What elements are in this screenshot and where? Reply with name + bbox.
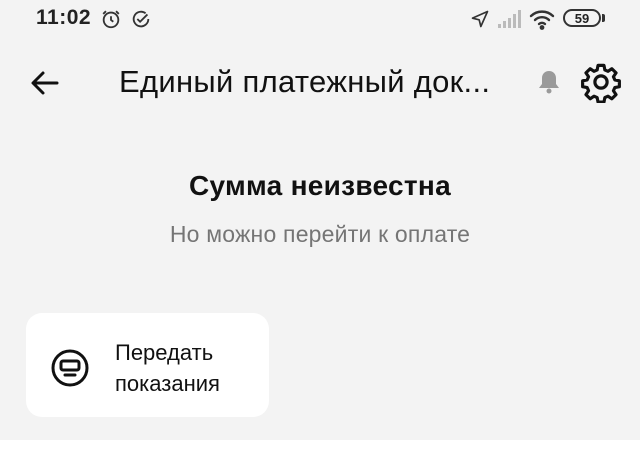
submit-readings-label: Передать показания xyxy=(115,340,220,396)
app-header: Единый платежный док... xyxy=(0,48,640,118)
gear-icon xyxy=(581,63,621,104)
settings-button[interactable] xyxy=(580,61,622,104)
notification-button[interactable] xyxy=(536,68,562,96)
check-circle-icon xyxy=(132,10,150,28)
status-time: 11:02 xyxy=(36,6,92,29)
alarm-icon xyxy=(102,10,120,29)
battery-icon: 59 xyxy=(563,9,601,27)
arrow-left-icon xyxy=(31,71,59,95)
amount-title: Сумма неизвестна xyxy=(188,170,452,201)
submit-readings-button[interactable]: Передать показания xyxy=(26,313,269,417)
meter-icon xyxy=(51,349,89,387)
battery-tip xyxy=(602,14,605,22)
battery-level: 59 xyxy=(574,10,590,26)
status-bar: 11:02 59 xyxy=(0,0,640,40)
wifi-icon xyxy=(529,10,555,30)
back-button[interactable] xyxy=(26,64,64,102)
bottom-panel-edge xyxy=(0,440,640,459)
location-arrow-icon xyxy=(471,10,489,28)
amount-subtitle: Но можно перейти к оплате xyxy=(169,221,471,247)
bell-icon xyxy=(539,71,559,94)
page-title: Единый платежный док... xyxy=(119,64,491,99)
signal-icon xyxy=(498,10,521,28)
